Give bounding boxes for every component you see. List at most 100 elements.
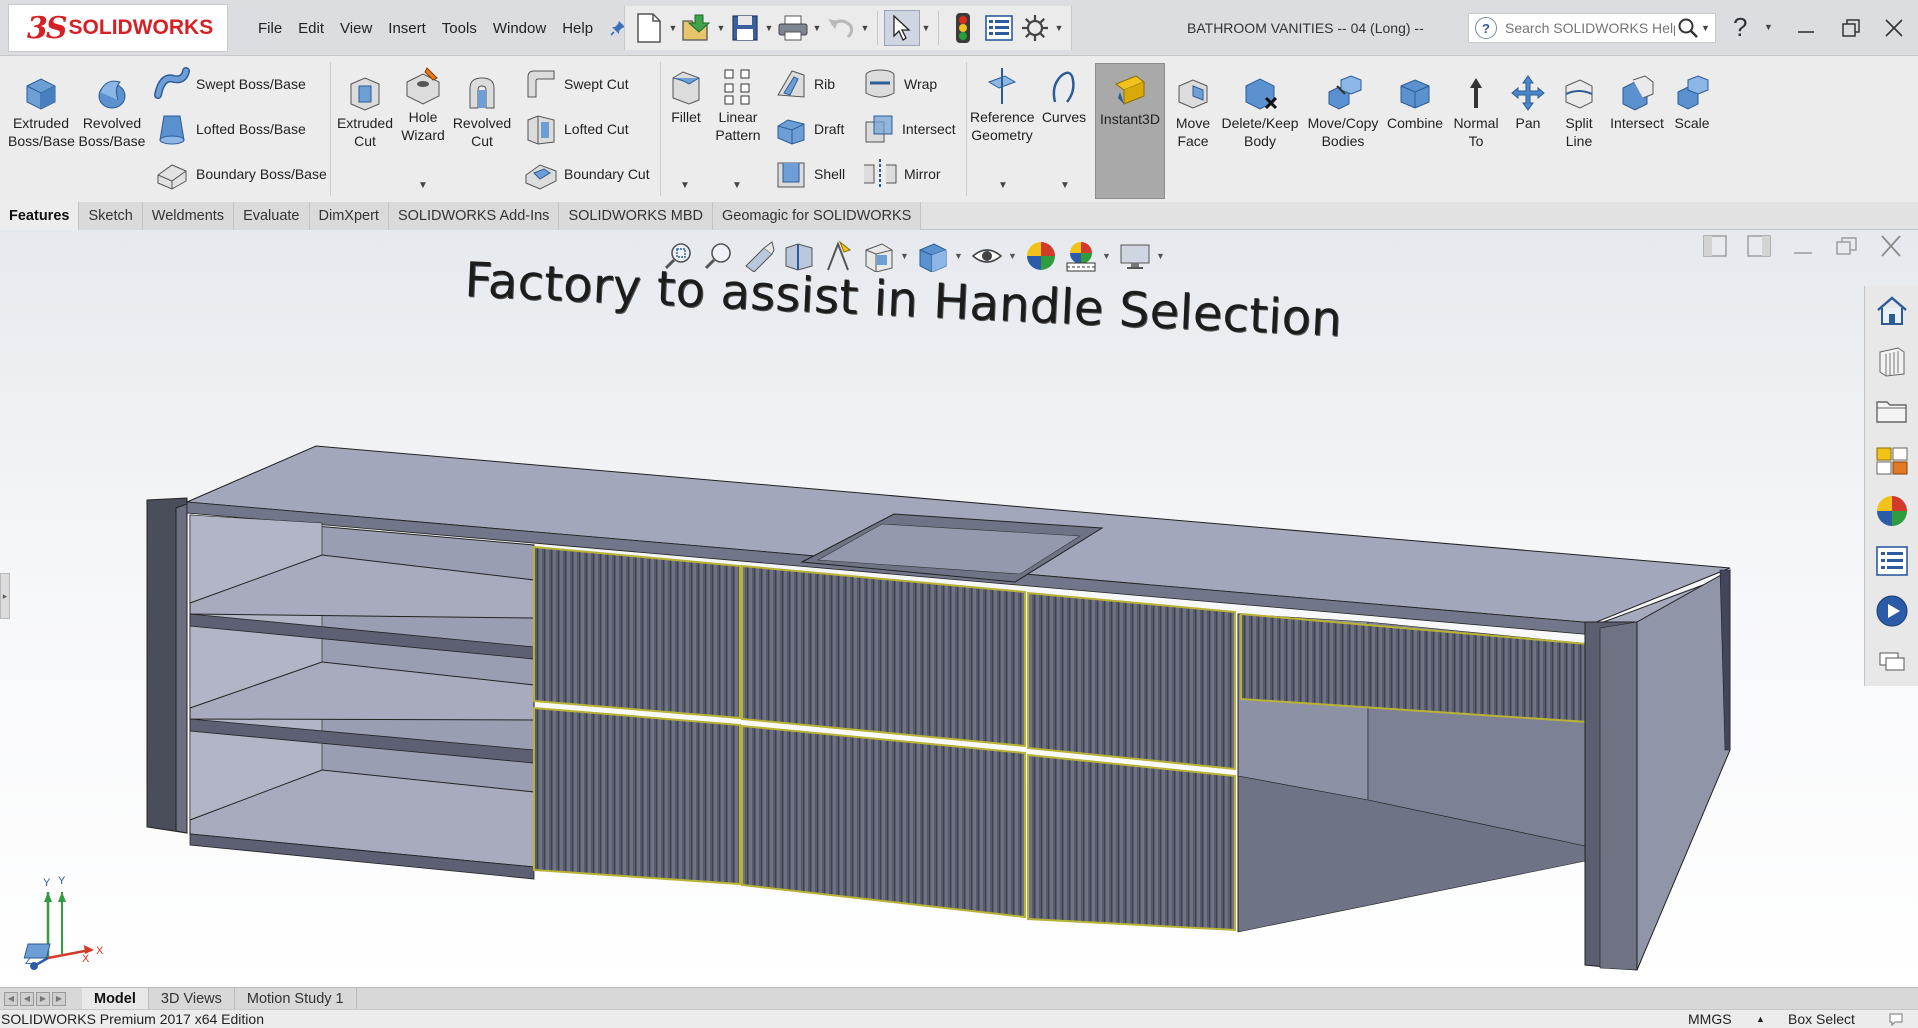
menu-file[interactable]: File [250, 20, 290, 37]
apply-scene-icon[interactable] [1062, 237, 1100, 275]
solidworks-logo[interactable]: 3S SOLIDWORKS [8, 4, 228, 52]
drawer-front-3[interactable] [741, 564, 1026, 748]
drawer-front-1[interactable] [533, 545, 741, 720]
feature-manager-handle-icon[interactable]: ▸ [0, 573, 10, 619]
view-orientation-dropdown-icon[interactable]: ▼ [900, 251, 912, 261]
draft-button[interactable]: Draft [774, 109, 844, 149]
file-explorer-icon[interactable] [1865, 386, 1918, 436]
previous-tab-icon[interactable]: ◀ [20, 991, 34, 1006]
select-dropdown-icon[interactable]: ▼ [920, 23, 932, 33]
rib-button[interactable]: Rib [774, 64, 835, 104]
shell-button[interactable]: Shell [774, 154, 845, 194]
restore-icon[interactable] [1837, 14, 1865, 42]
view-settings-icon[interactable] [1116, 237, 1154, 275]
viewport-restore-icon[interactable] [1834, 234, 1860, 261]
graphics-area[interactable]: Factory to assist in Handle Selection ▼ … [0, 230, 1918, 987]
menu-edit[interactable]: Edit [290, 20, 332, 37]
tab-motion-study[interactable]: Motion Study 1 [235, 988, 357, 1009]
boundary-cut-button[interactable]: Boundary Cut [524, 154, 650, 194]
print-icon[interactable] [775, 10, 811, 46]
drawer-front-6[interactable] [1027, 753, 1236, 932]
tab-addins[interactable]: SOLIDWORKS Add-Ins [388, 202, 560, 230]
wrap-button[interactable]: Wrap [862, 64, 937, 104]
apply-scene-dropdown-icon[interactable]: ▼ [1102, 251, 1114, 261]
help-search-input[interactable] [1505, 20, 1675, 36]
display-style-dropdown-icon[interactable]: ▼ [954, 251, 966, 261]
drawer-front-4[interactable] [741, 724, 1026, 919]
undo-icon[interactable] [823, 10, 859, 46]
normal-to-button[interactable]: Normal To [1446, 74, 1506, 150]
solidworks-resources-icon[interactable] [1865, 586, 1918, 636]
first-tab-icon[interactable]: ◀ [4, 991, 18, 1006]
file-properties-icon[interactable] [981, 10, 1017, 46]
tab-3d-views[interactable]: 3D Views [149, 988, 235, 1009]
select-icon[interactable] [884, 10, 920, 46]
swept-cut-button[interactable]: Swept Cut [524, 64, 629, 104]
units-dropdown-icon[interactable]: ▲ [1756, 1010, 1765, 1028]
save-icon[interactable] [727, 10, 763, 46]
new-document-icon[interactable] [631, 10, 667, 46]
drawer-front-5[interactable] [1027, 591, 1236, 771]
intersect-button[interactable]: Intersect [1608, 74, 1666, 132]
options-gear-icon[interactable] [1017, 10, 1053, 46]
minimize-icon[interactable] [1792, 14, 1820, 42]
menu-window[interactable]: Window [485, 20, 554, 37]
linear-pattern-dropdown-icon[interactable]: ▼ [732, 180, 742, 191]
custom-properties-icon[interactable] [1865, 536, 1918, 586]
options-dropdown-icon[interactable]: ▼ [1053, 23, 1065, 33]
combine-button[interactable]: Combine [1386, 74, 1444, 132]
tile-left-icon[interactable] [1702, 234, 1728, 261]
swept-boss-button[interactable]: Swept Boss/Base [154, 64, 306, 104]
tab-features[interactable]: Features [0, 202, 80, 230]
tab-weldments[interactable]: Weldments [142, 202, 235, 230]
revolved-boss-button[interactable]: Revolved Boss/Base [78, 74, 146, 150]
view-settings-dropdown-icon[interactable]: ▼ [1156, 251, 1168, 261]
display-style-icon[interactable] [914, 237, 952, 275]
instant3d-button[interactable]: Instant3D [1095, 63, 1165, 199]
revolved-cut-button[interactable]: Revolved Cut [452, 74, 512, 150]
tab-model[interactable]: Model [82, 988, 149, 1009]
tab-evaluate[interactable]: Evaluate [234, 202, 310, 230]
tile-right-icon[interactable] [1746, 234, 1772, 261]
search-icon[interactable] [1675, 15, 1701, 41]
help-question-icon[interactable]: ? [1733, 12, 1747, 43]
lofted-cut-button[interactable]: Lofted Cut [524, 109, 629, 149]
help-dropdown-icon[interactable]: ▼ [1764, 22, 1773, 32]
status-units[interactable]: MMGS [1688, 1010, 1732, 1028]
undo-dropdown-icon[interactable]: ▼ [859, 23, 871, 33]
menu-insert[interactable]: Insert [380, 20, 434, 37]
move-copy-bodies-button[interactable]: Move/Copy Bodies [1302, 74, 1384, 150]
next-tab-icon[interactable]: ▶ [36, 991, 50, 1006]
tab-dimxpert[interactable]: DimXpert [309, 202, 389, 230]
view-palette-icon[interactable] [1865, 436, 1918, 486]
tab-mbd[interactable]: SOLIDWORKS MBD [559, 202, 713, 230]
hole-wizard-button[interactable]: Hole Wizard [396, 66, 450, 144]
intersect-feature-button[interactable]: Intersect [862, 109, 956, 149]
vanity-model[interactable] [0, 230, 1918, 987]
save-dropdown-icon[interactable]: ▼ [763, 23, 775, 33]
drawer-front-2[interactable] [533, 706, 741, 886]
fillet-dropdown-icon[interactable]: ▼ [680, 180, 690, 191]
appearances-icon[interactable] [1865, 486, 1918, 536]
boundary-boss-button[interactable]: Boundary Boss/Base [154, 154, 327, 194]
menu-view[interactable]: View [332, 20, 380, 37]
edit-appearance-icon[interactable] [1022, 237, 1060, 275]
last-tab-icon[interactable]: ▶ [52, 991, 66, 1006]
open-dropdown-icon[interactable]: ▼ [715, 23, 727, 33]
pan-button[interactable]: Pan [1506, 74, 1550, 132]
curves-dropdown-icon[interactable]: ▼ [1060, 180, 1070, 191]
new-dropdown-icon[interactable]: ▼ [667, 23, 679, 33]
rebuild-icon[interactable] [945, 10, 981, 46]
viewport-minimize-icon[interactable] [1790, 234, 1816, 261]
status-help-icon[interactable] [1888, 1012, 1904, 1027]
dynamic-annotation-icon[interactable] [820, 237, 858, 275]
delete-keep-body-button[interactable]: Delete/Keep Body [1218, 74, 1302, 150]
hole-wizard-dropdown-icon[interactable]: ▼ [418, 180, 428, 191]
section-view-icon[interactable] [780, 237, 818, 275]
linear-pattern-button[interactable]: Linear Pattern [708, 66, 768, 144]
zoom-to-area-icon[interactable] [700, 237, 738, 275]
design-library-icon[interactable] [1865, 336, 1918, 386]
menu-tools[interactable]: Tools [434, 20, 485, 37]
hide-show-items-icon[interactable] [968, 237, 1006, 275]
lofted-boss-button[interactable]: Lofted Boss/Base [154, 109, 306, 149]
